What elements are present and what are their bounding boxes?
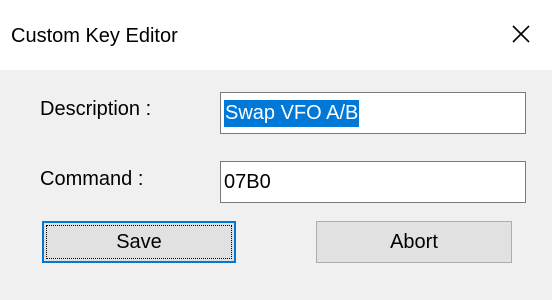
description-label: Description : [40, 98, 152, 120]
abort-button-label: Abort [390, 231, 438, 253]
title-bar: Custom Key Editor [0, 0, 552, 70]
description-input[interactable]: Swap VFO A/B [220, 92, 526, 134]
command-label: Command : [40, 168, 144, 190]
abort-button[interactable]: Abort [316, 221, 512, 263]
save-button-label: Save [116, 231, 162, 253]
description-selected-text: Swap VFO A/B [224, 100, 360, 127]
window-title: Custom Key Editor [11, 25, 178, 47]
command-input-text: 07B0 [224, 171, 271, 193]
custom-key-editor-dialog: Custom Key Editor Description : Swap VFO… [0, 0, 552, 300]
command-input[interactable]: 07B0 [220, 161, 526, 203]
close-button[interactable] [480, 0, 552, 70]
save-button[interactable]: Save [42, 221, 236, 263]
dialog-body: Description : Swap VFO A/B Command : 07B… [0, 70, 552, 300]
close-icon [512, 25, 530, 43]
